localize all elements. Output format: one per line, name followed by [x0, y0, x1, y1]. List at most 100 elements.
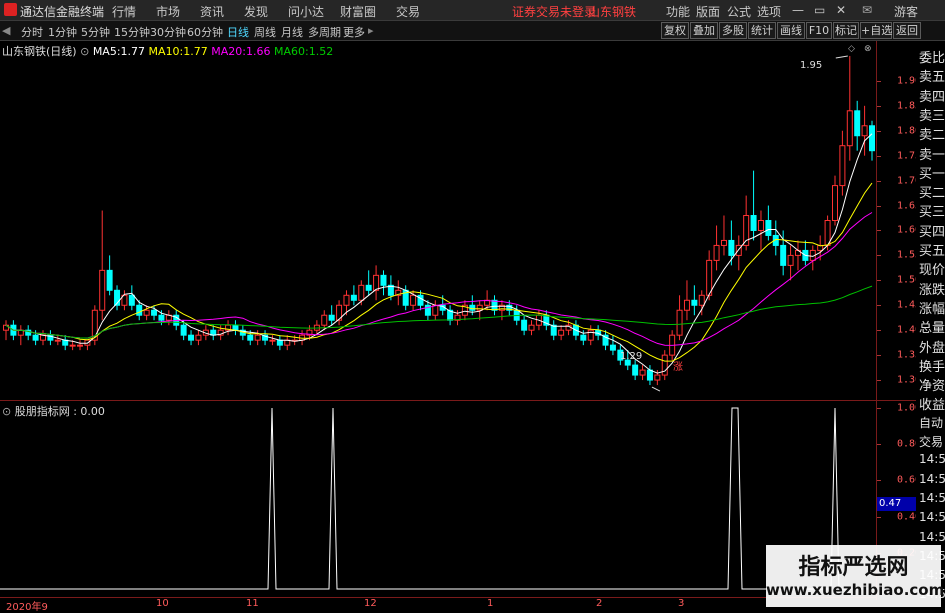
ma5-label: MA5:: [92, 45, 121, 58]
overlay-button[interactable]: 叠加: [690, 22, 718, 39]
back-arrow-icon[interactable]: ◀: [2, 24, 10, 37]
menu-item-options[interactable]: 选项: [757, 3, 781, 20]
candle-body: [106, 269, 113, 291]
menu-item-market[interactable]: 市场: [156, 3, 180, 20]
candle-body: [765, 220, 772, 236]
ma5-line: [5, 133, 873, 374]
time-axis: 2020年9 10 11 12 1 2 3: [0, 597, 876, 613]
return-button[interactable]: 返回: [893, 22, 921, 39]
menu-item-quotes[interactable]: 行情: [112, 3, 136, 20]
minimize-icon[interactable]: —: [792, 3, 804, 17]
candlestick-chart[interactable]: [0, 41, 876, 400]
candle: [99, 210, 106, 321]
forward-arrow-icon[interactable]: ▸: [368, 24, 374, 37]
candle: [491, 295, 498, 316]
indicator-settings-icon[interactable]: ⊙: [2, 405, 15, 418]
axis-tick: [877, 180, 881, 182]
candle-body: [99, 269, 106, 311]
fuquan-button[interactable]: 复权: [661, 22, 689, 39]
broker-status[interactable]: 证券交易未登录: [512, 3, 596, 20]
menu-item-fortune-circle[interactable]: 财富圈: [340, 3, 376, 20]
x-label-feb: 2: [596, 598, 603, 609]
ma20-value: 1.66: [245, 45, 271, 58]
candle-body: [358, 284, 365, 301]
candle: [846, 55, 853, 161]
menu-item-assistant[interactable]: 问小达: [288, 3, 324, 20]
candle-body: [831, 185, 838, 222]
candle-body: [654, 374, 661, 381]
menu-item-news[interactable]: 资讯: [200, 3, 224, 20]
candle: [432, 300, 439, 321]
stock-title: 山东钢铁: [588, 5, 637, 19]
menu-item-function[interactable]: 功能: [666, 3, 690, 20]
candle: [143, 305, 150, 321]
axis-tick: [877, 480, 881, 482]
indicator-header: ⊙ 股朋指标网 : 0.00: [2, 403, 105, 419]
candle-body: [54, 339, 61, 342]
settings-dot-icon[interactable]: ⊙: [80, 45, 93, 58]
period-daily[interactable]: 日线: [227, 24, 249, 40]
period-weekly[interactable]: 周线: [254, 24, 276, 40]
watermark: 指标严选网 www.xuezhibiao.com: [766, 545, 944, 607]
candle: [3, 320, 9, 341]
side-panel-label: 换手: [919, 359, 945, 375]
period-5min[interactable]: 5分钟: [81, 24, 110, 40]
menu-item-trade[interactable]: 交易: [396, 3, 420, 20]
candle: [210, 325, 217, 341]
candle: [839, 130, 846, 196]
ma60-label: MA60:: [273, 45, 309, 58]
axis-tick: [877, 280, 881, 282]
period-monthly[interactable]: 月线: [281, 24, 303, 40]
statistics-button[interactable]: 统计: [748, 22, 776, 39]
period-30min[interactable]: 30分钟: [150, 24, 186, 40]
candle-body: [254, 334, 261, 341]
candle: [47, 330, 54, 346]
x-label-dec: 12: [364, 598, 377, 609]
candle-body: [558, 329, 565, 336]
maximize-icon[interactable]: ▭: [814, 3, 825, 17]
close-icon[interactable]: ✕: [836, 3, 846, 17]
x-label-mar: 3: [678, 598, 685, 609]
candle-body: [676, 309, 683, 336]
add-watchlist-button[interactable]: +自选: [860, 22, 892, 39]
axis-separator: [877, 400, 917, 401]
menu-item-formula[interactable]: 公式: [727, 3, 751, 20]
period-multi[interactable]: 多周期: [308, 24, 341, 40]
indicator-current-value: 0.47: [877, 496, 917, 511]
candle-body: [698, 294, 705, 306]
candle: [676, 295, 683, 341]
candle-body: [32, 334, 39, 341]
candle-body: [728, 239, 735, 256]
f10-button[interactable]: F10: [806, 22, 832, 39]
candle-body: [380, 274, 387, 286]
candle-body: [861, 125, 868, 137]
axis-tick: [877, 130, 881, 132]
candle-body: [432, 304, 439, 316]
candle: [269, 335, 276, 346]
candle: [869, 120, 875, 161]
period-15min[interactable]: 15分钟: [114, 24, 150, 40]
draw-line-button[interactable]: 画线: [777, 22, 805, 39]
period-60min[interactable]: 60分钟: [187, 24, 223, 40]
axis-tick: [877, 444, 881, 446]
period-more[interactable]: 更多: [343, 24, 365, 40]
chart-collapse-icon[interactable]: ⊗: [864, 44, 872, 54]
chart-toggle-icon[interactable]: ◇: [848, 44, 855, 54]
axis-tick: [877, 80, 881, 82]
indicator-chart[interactable]: [0, 400, 876, 597]
multi-stock-button[interactable]: 多股: [719, 22, 747, 39]
user-label[interactable]: 游客: [894, 3, 918, 20]
candle-body: [410, 294, 417, 306]
candle: [706, 250, 713, 301]
period-1min[interactable]: 1分钟: [48, 24, 77, 40]
mark-button[interactable]: 标记: [833, 22, 859, 39]
candle: [165, 310, 172, 326]
side-panel-label: 卖五: [919, 70, 945, 86]
period-intraday[interactable]: 分时: [21, 24, 43, 40]
candle-body: [839, 145, 846, 187]
axis-tick: [877, 355, 881, 357]
notification-icon[interactable]: ✉: [862, 3, 872, 17]
menu-item-discover[interactable]: 发现: [244, 3, 268, 20]
side-panel-label: 卖二: [919, 128, 945, 144]
menu-item-layout[interactable]: 版面: [696, 3, 720, 20]
